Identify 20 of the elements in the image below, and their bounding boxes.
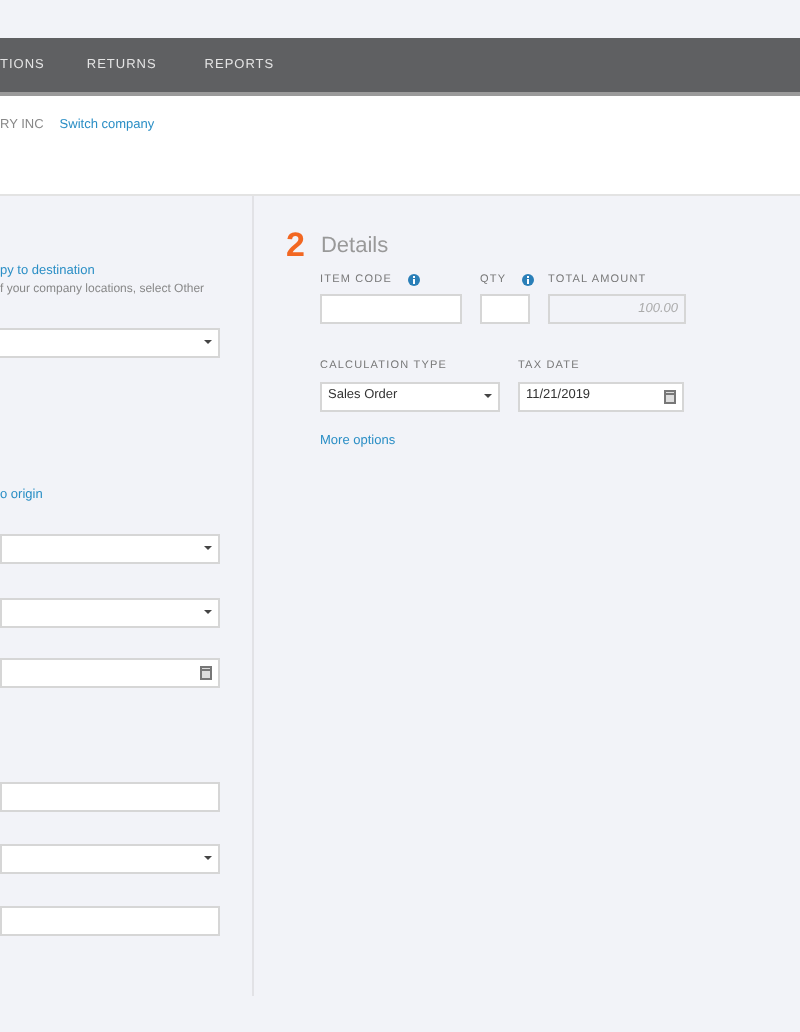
info-icon[interactable] (522, 274, 535, 287)
calendar-icon (664, 389, 676, 403)
caret-icon (204, 546, 212, 550)
caret-icon (204, 856, 212, 860)
caret-icon (204, 340, 212, 345)
select-field[interactable] (0, 327, 220, 358)
calendar-icon (200, 665, 212, 679)
caret-icon (484, 394, 492, 398)
input-field[interactable] (320, 294, 462, 325)
step-number: 2 (286, 228, 305, 262)
date-field[interactable] (0, 657, 220, 687)
input-field[interactable] (0, 781, 220, 811)
section-title: Details (320, 231, 389, 261)
info-icon[interactable] (407, 274, 420, 287)
input-field[interactable] (0, 905, 220, 935)
select-field[interactable] (0, 597, 220, 627)
input-field[interactable] (480, 294, 530, 325)
select-field[interactable] (0, 843, 220, 873)
caret-icon (204, 610, 212, 614)
select-field[interactable] (0, 533, 220, 563)
